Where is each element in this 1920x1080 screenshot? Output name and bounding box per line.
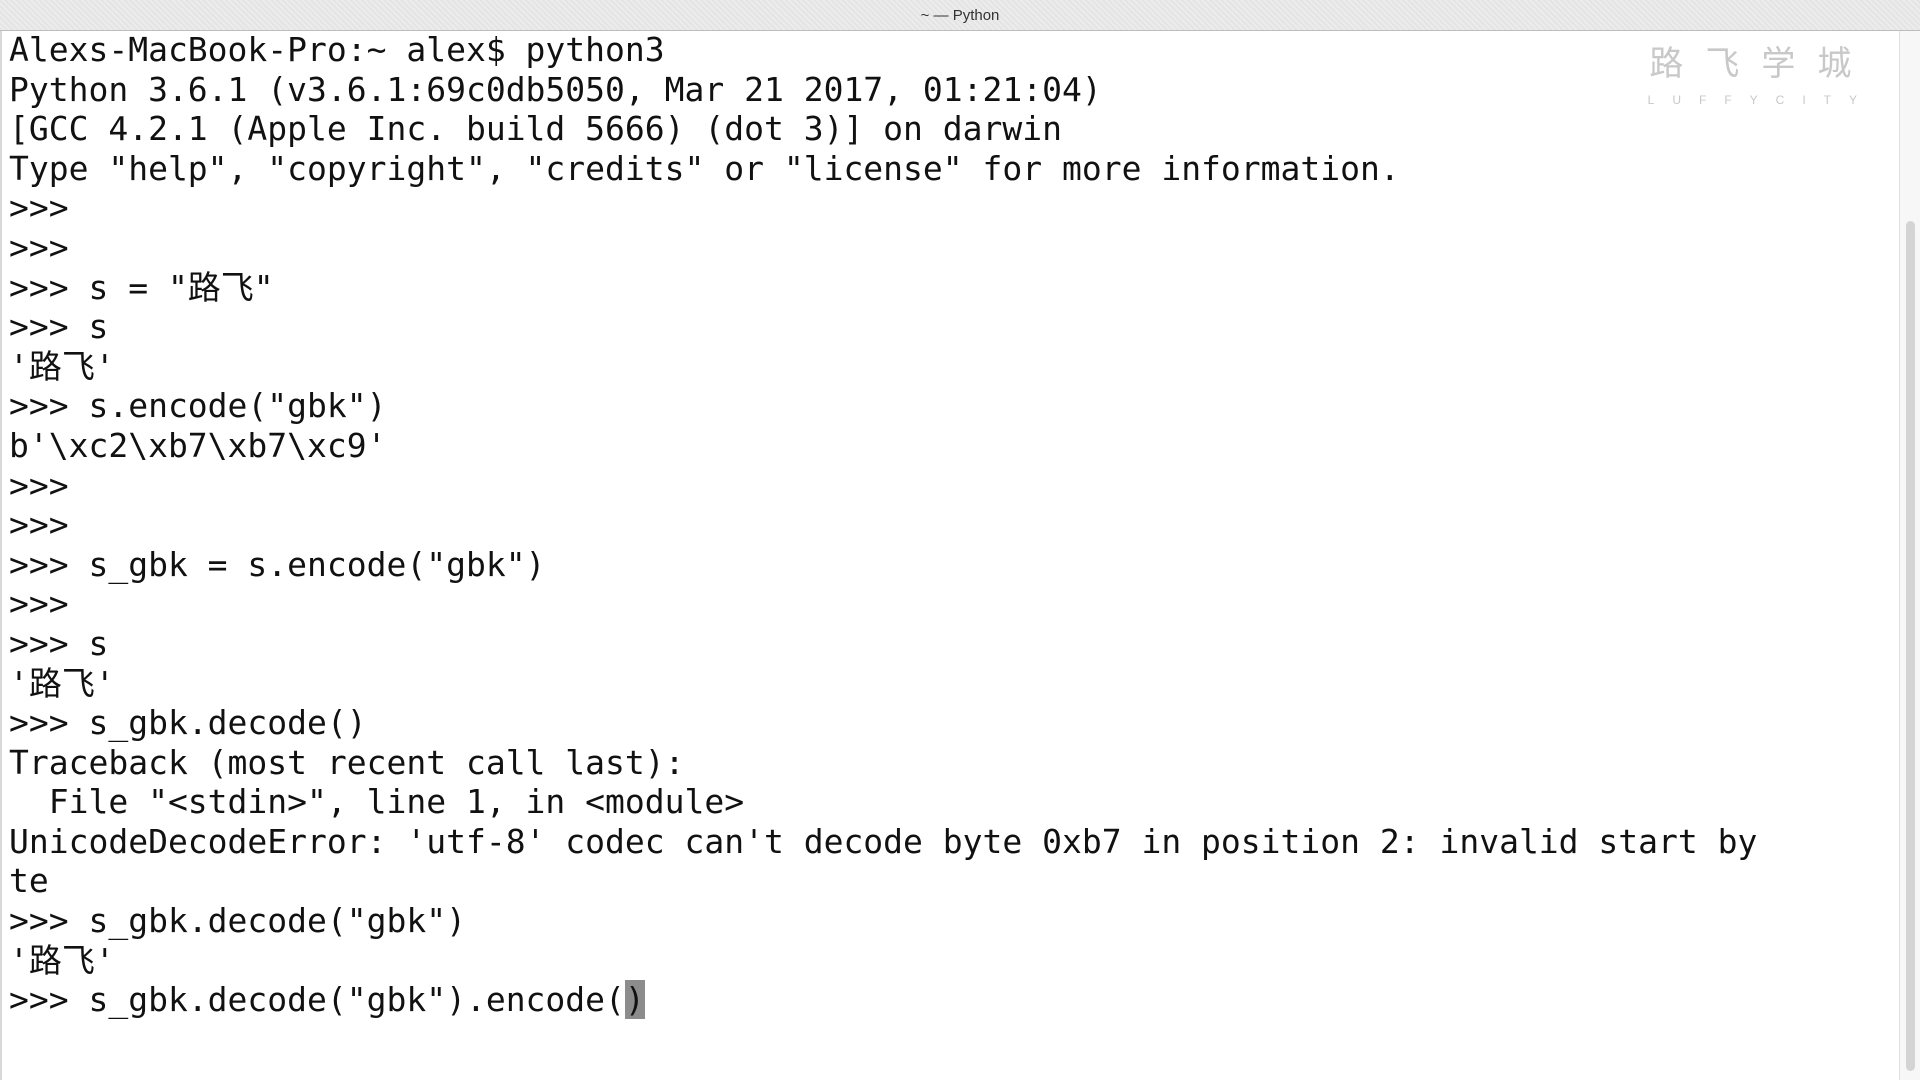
terminal-line: Python 3.6.1 (v3.6.1:69c0db5050, Mar 21 … [9,69,1102,109]
terminal-line: >>> s_gbk = s.encode("gbk") [9,544,546,584]
terminal-window: ~ — Python 路飞学城 LUFFYCITY Alexs-MacBook-… [0,0,1920,1080]
terminal-line: '路飞' [9,346,115,386]
terminal-line: Traceback (most recent call last): [9,742,685,782]
terminal-line: [GCC 4.2.1 (Apple Inc. build 5666) (dot … [9,109,1062,149]
terminal-line: >>> s = "路飞" [9,267,274,307]
title-bar[interactable]: ~ — Python [0,0,1920,31]
terminal-line: Type "help", "copyright", "credits" or "… [9,148,1400,188]
current-command-text: >>> s_gbk.decode("gbk").encode( [9,980,625,1020]
terminal-line: >>> s.encode("gbk") [9,386,387,426]
terminal-line: >>> [9,584,69,624]
terminal-line: Alexs-MacBook-Pro:~ alex$ python3 [9,30,665,69]
terminal-line: b'\xc2\xb7\xb7\xc9' [9,425,387,465]
terminal-output[interactable]: Alexs-MacBook-Pro:~ alex$ python3 Python … [9,30,1889,1070]
terminal-line: '路飞' [9,663,115,703]
terminal-line: >>> [9,505,69,545]
text-cursor: ) [624,980,645,1020]
terminal-line: >>> s [9,623,109,663]
terminal-line: >>> s_gbk.decode("gbk") [9,901,466,941]
terminal-line: File "<stdin>", line 1, in <module> [9,782,745,822]
terminal-line: >>> [9,227,69,267]
terminal-line: te [9,861,49,901]
terminal-input-line[interactable]: >>> s_gbk.decode("gbk").encode() [9,980,1889,1020]
terminal-line: >>> [9,465,69,505]
terminal-line: >>> [9,188,69,228]
left-border [0,31,2,1080]
terminal-line: >>> s_gbk.decode() [9,703,367,743]
scrollbar-thumb[interactable] [1906,221,1915,1071]
terminal-line: UnicodeDecodeError: 'utf-8' codec can't … [9,821,1758,861]
window-title: ~ — Python [920,6,1000,24]
terminal-line: >>> s [9,307,109,347]
terminal-line: '路飞' [9,940,115,980]
vertical-scrollbar[interactable] [1899,31,1920,1080]
